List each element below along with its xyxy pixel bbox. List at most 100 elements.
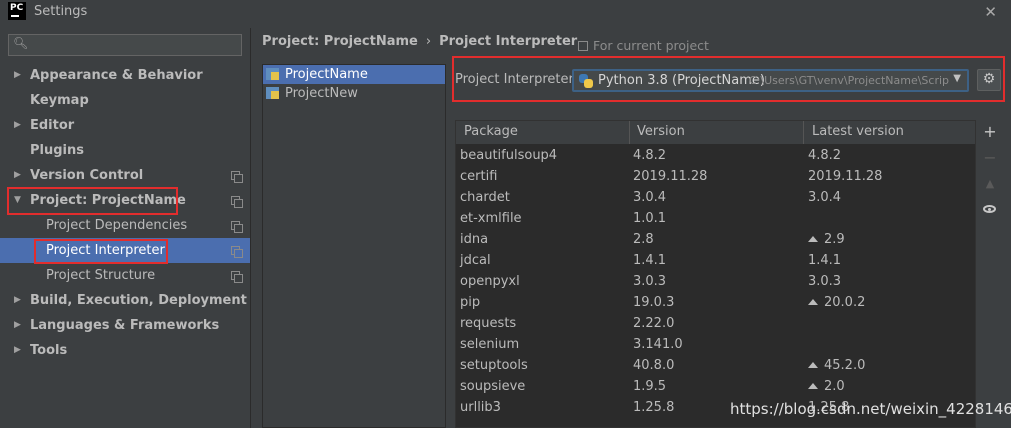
latest-version-text: 20.0.2	[824, 295, 866, 310]
breadcrumb: Project: ProjectName › Project Interpreter	[262, 34, 577, 49]
expand-arrow-icon[interactable]: ▶	[14, 113, 21, 138]
python-project-icon	[266, 87, 279, 99]
project-list: ProjectName ProjectNew	[262, 64, 446, 428]
latest-version-text: 2.9	[824, 232, 845, 247]
settings-search-field[interactable]: 🔍︎	[8, 34, 242, 56]
table-row[interactable]: et-xmlfile 1.0.1	[456, 208, 975, 229]
project-scope-icon	[231, 221, 243, 233]
show-early-releases-button[interactable]	[978, 198, 1002, 222]
search-input[interactable]	[33, 37, 237, 55]
sidebar-item-editor[interactable]: ▶ Editor	[0, 113, 250, 138]
package-name-cell: soupsieve	[460, 379, 526, 394]
eye-icon	[983, 205, 996, 213]
latest-version-text: 3.0.4	[808, 190, 842, 205]
table-row[interactable]: idna 2.8 2.9	[456, 229, 975, 250]
title-bar: PC Settings ✕	[0, 0, 1011, 24]
package-latest-cell: 4.8.2	[808, 145, 841, 166]
upgrade-available-icon	[808, 362, 818, 368]
sidebar-item-project-interpreter[interactable]: Project Interpreter	[0, 238, 250, 263]
add-package-button[interactable]: +	[978, 120, 1002, 144]
project-label: ProjectNew	[285, 86, 358, 101]
remove-package-button[interactable]: −	[978, 146, 1002, 170]
package-latest-cell: 2.9	[808, 229, 845, 250]
sidebar-item-project-structure[interactable]: Project Structure	[0, 263, 250, 288]
close-icon[interactable]: ✕	[984, 3, 997, 21]
package-latest-cell: 1.4.1	[808, 250, 841, 271]
sidebar-item-label: Plugins	[30, 143, 84, 158]
sidebar-item-build[interactable]: ▶ Build, Execution, Deployment	[0, 288, 250, 313]
package-name-cell: selenium	[460, 337, 520, 352]
column-header-latest[interactable]: Latest version	[812, 124, 904, 139]
column-header-package[interactable]: Package	[464, 124, 518, 139]
package-version-cell: 3.0.4	[633, 190, 667, 205]
project-item-projectname[interactable]: ProjectName	[263, 65, 445, 84]
sidebar-item-label: Keymap	[30, 93, 89, 108]
table-row[interactable]: soupsieve 1.9.5 2.0	[456, 376, 975, 397]
sidebar-item-appearance[interactable]: ▶ Appearance & Behavior	[0, 63, 250, 88]
interpreter-dropdown[interactable]: Python 3.8 (ProjectName) C:\Users\GT\ven…	[572, 69, 969, 92]
table-row[interactable]: requests 2.22.0	[456, 313, 975, 334]
sidebar-item-version-control[interactable]: ▶ Version Control	[0, 163, 250, 188]
table-row[interactable]: chardet 3.0.4 3.0.4	[456, 187, 975, 208]
column-separator	[803, 121, 804, 144]
package-name-cell: pip	[460, 295, 481, 310]
table-row[interactable]: pip 19.0.3 20.0.2	[456, 292, 975, 313]
upgrade-available-icon	[808, 383, 818, 389]
upgrade-available-icon	[808, 299, 818, 305]
package-latest-cell: 2.0	[808, 376, 845, 397]
interpreter-settings-button[interactable]: ⚙	[977, 69, 1001, 91]
latest-version-text: 1.4.1	[808, 253, 842, 268]
table-row[interactable]: jdcal 1.4.1 1.4.1	[456, 250, 975, 271]
package-latest-cell: 20.0.2	[808, 292, 865, 313]
expand-arrow-icon[interactable]: ▶	[14, 63, 21, 88]
package-version-cell: 3.141.0	[633, 337, 683, 352]
package-latest-cell: 3.0.3	[808, 271, 841, 292]
minus-icon: −	[983, 148, 997, 167]
sidebar-item-keymap[interactable]: Keymap	[0, 88, 250, 113]
upgrade-package-button[interactable]: ▲	[978, 172, 1002, 196]
interpreter-name: Python 3.8 (ProjectName)	[598, 73, 765, 88]
packages-table: Package Version Latest version beautiful…	[455, 120, 976, 428]
breadcrumb-current: Project Interpreter	[439, 34, 578, 49]
latest-version-text: 45.2.0	[824, 358, 866, 373]
table-row[interactable]: openpyxl 3.0.3 3.0.3	[456, 271, 975, 292]
breadcrumb-parent[interactable]: Project: ProjectName	[262, 34, 418, 49]
sidebar-item-label: Appearance & Behavior	[30, 68, 203, 83]
table-row[interactable]: selenium 3.141.0	[456, 334, 975, 355]
column-header-version[interactable]: Version	[637, 124, 685, 139]
latest-version-text: 2019.11.28	[808, 169, 883, 184]
package-toolbar: + − ▲	[978, 120, 1002, 240]
sidebar-item-label: Project Structure	[46, 268, 156, 283]
sidebar-item-languages[interactable]: ▶ Languages & Frameworks	[0, 313, 250, 338]
sidebar-item-plugins[interactable]: Plugins	[0, 138, 250, 163]
sidebar-item-label: Build, Execution, Deployment	[30, 293, 247, 308]
expand-arrow-icon[interactable]: ▶	[14, 163, 21, 188]
package-name-cell: idna	[460, 232, 489, 247]
project-scope-icon	[231, 246, 243, 258]
chevron-down-icon[interactable]: ▼	[953, 73, 961, 84]
expand-arrow-icon[interactable]: ▶	[14, 338, 21, 363]
sidebar-item-project-dependencies[interactable]: Project Dependencies	[0, 213, 250, 238]
package-version-cell: 1.9.5	[633, 379, 667, 394]
sidebar-item-tools[interactable]: ▶ Tools	[0, 338, 250, 363]
expand-arrow-icon[interactable]: ▶	[14, 313, 21, 338]
table-row[interactable]: certifi 2019.11.28 2019.11.28	[456, 166, 975, 187]
pycharm-logo-icon: PC	[8, 2, 26, 20]
package-version-cell: 2.22.0	[633, 316, 675, 331]
collapse-arrow-icon[interactable]: ▼	[14, 188, 21, 213]
package-name-cell: jdcal	[460, 253, 491, 268]
window-title: Settings	[34, 4, 88, 19]
table-row[interactable]: setuptools 40.8.0 45.2.0	[456, 355, 975, 376]
table-row[interactable]: beautifulsoup4 4.8.2 4.8.2	[456, 145, 975, 166]
package-name-cell: requests	[460, 316, 517, 331]
expand-arrow-icon[interactable]: ▶	[14, 288, 21, 313]
sidebar-item-label: Project: ProjectName	[30, 193, 186, 208]
package-version-cell: 1.25.8	[633, 400, 675, 415]
scope-note: For current project	[578, 38, 709, 53]
project-item-projectnew[interactable]: ProjectNew	[263, 84, 445, 103]
package-latest-cell: 45.2.0	[808, 355, 865, 376]
breadcrumb-separator: ›	[425, 34, 432, 49]
sidebar-item-project[interactable]: ▼ Project: ProjectName	[0, 188, 250, 213]
package-version-cell: 1.4.1	[633, 253, 667, 268]
package-version-cell: 4.8.2	[633, 148, 667, 163]
